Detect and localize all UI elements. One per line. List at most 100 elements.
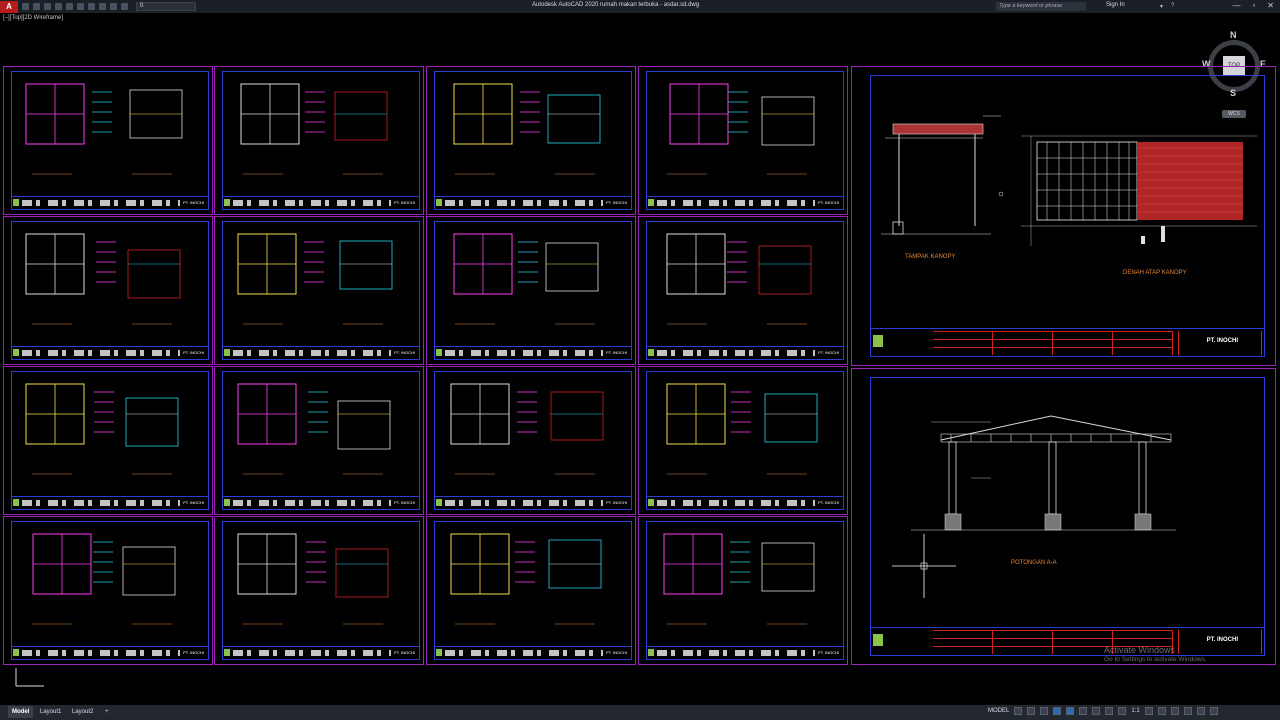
gear-icon[interactable] <box>1144 707 1153 715</box>
sign-in-button[interactable]: Sign In <box>1106 2 1125 8</box>
search-input[interactable]: Type a keyword or phrase <box>996 2 1086 11</box>
redo-icon[interactable] <box>88 3 95 10</box>
help-icon[interactable]: ? <box>1171 3 1174 10</box>
company-logo <box>436 199 442 206</box>
title-block-cells <box>657 500 815 506</box>
application-menu-button[interactable]: A <box>0 0 18 13</box>
sheet-artwork <box>25 83 183 175</box>
company-name: PT. INOCHI <box>1206 338 1238 344</box>
title-block-cells <box>657 650 815 656</box>
company-logo <box>224 349 230 356</box>
drawing-sheet[interactable]: PT. INOCHI <box>214 366 424 515</box>
drawing-sheet[interactable]: PT. INOCHI <box>214 66 424 215</box>
polar-icon[interactable] <box>1053 707 1062 715</box>
open-icon[interactable] <box>33 3 40 10</box>
tab-layout2[interactable]: Layout2 <box>68 706 97 718</box>
layer-dropdown[interactable]: 0 <box>136 2 196 11</box>
title-block-cells <box>22 350 180 356</box>
lineweight-icon[interactable] <box>1092 707 1101 715</box>
company-name: PT. INOCHI <box>1206 637 1238 643</box>
company-logo <box>13 349 19 356</box>
sheet-section-aa[interactable]: POTONGAN A-A PT. INOCHI <box>851 368 1276 665</box>
tab-model[interactable]: Model <box>8 706 34 718</box>
sheet-artwork <box>666 233 812 325</box>
company-logo <box>873 634 883 646</box>
selection-cycling-icon[interactable] <box>1105 707 1114 715</box>
drawing-sheet[interactable]: PT. INOCHI <box>638 66 848 215</box>
plus-icon[interactable] <box>1157 707 1166 715</box>
title-block-cells <box>445 500 603 506</box>
quick-access-toolbar <box>22 3 128 10</box>
company-logo <box>13 199 19 206</box>
company-name: PT. INOCHI <box>183 500 204 505</box>
company-logo <box>436 649 442 656</box>
sheet-artwork <box>25 383 179 475</box>
close-button[interactable]: ✕ <box>1267 1 1274 10</box>
lightbulb-icon[interactable] <box>99 3 106 10</box>
sheet-canopy-elevation[interactable]: TAMPAK KANOPY DENAH ATAP KANOPY PT. INOC… <box>851 66 1276 366</box>
drawing-sheet[interactable]: PT. INOCHI <box>214 216 424 365</box>
sheet-frame: PT. INOCHI <box>11 371 209 510</box>
caption-potongan-aa: POTONGAN A-A <box>1011 560 1057 566</box>
clean-screen-icon[interactable] <box>1196 707 1205 715</box>
company-logo <box>224 649 230 656</box>
compass-north[interactable]: N <box>1230 30 1237 40</box>
model-space-button[interactable]: MODEL <box>988 708 1009 714</box>
drawing-sheet[interactable]: PT. INOCHI <box>426 366 636 515</box>
print-icon[interactable] <box>66 3 73 10</box>
minimize-button[interactable]: — <box>1232 1 1240 10</box>
viewport-controls-label[interactable]: [–][Top][2D Wireframe] <box>3 15 63 21</box>
company-logo <box>648 349 654 356</box>
company-name: PT. INOCHI <box>818 350 839 355</box>
sheet-artwork <box>663 533 815 625</box>
save-icon[interactable] <box>44 3 51 10</box>
hardware-accel-icon[interactable] <box>1183 707 1192 715</box>
osnap-icon[interactable] <box>1066 707 1075 715</box>
sheet-artwork <box>453 233 599 325</box>
tab-layout1[interactable]: Layout1 <box>36 706 65 718</box>
drawing-sheet[interactable]: PT. INOCHI <box>3 516 213 665</box>
company-name: PT. INOCHI <box>394 200 415 205</box>
sheet-artwork <box>450 533 602 625</box>
layer-icon[interactable] <box>121 3 128 10</box>
undo-icon[interactable] <box>77 3 84 10</box>
sheet-artwork <box>32 533 176 625</box>
customize-icon[interactable] <box>1209 707 1218 715</box>
isolate-icon[interactable] <box>1170 707 1179 715</box>
new-icon[interactable] <box>22 3 29 10</box>
snap-icon[interactable] <box>1027 707 1036 715</box>
company-logo <box>224 199 230 206</box>
sheet-artwork <box>25 233 181 325</box>
drawing-sheet[interactable]: PT. INOCHI <box>3 66 213 215</box>
otrack-icon[interactable] <box>1079 707 1088 715</box>
drawing-sheet[interactable]: PT. INOCHI <box>638 516 848 665</box>
drawing-sheet[interactable]: PT. INOCHI <box>3 366 213 515</box>
title-block-cells <box>657 350 815 356</box>
drawing-sheet[interactable]: PT. INOCHI <box>3 216 213 365</box>
grid-icon[interactable] <box>1014 707 1023 715</box>
company-name: PT. INOCHI <box>394 500 415 505</box>
company-name: PT. INOCHI <box>818 200 839 205</box>
drawing-sheet[interactable]: PT. INOCHI <box>638 216 848 365</box>
title-block: PT. INOCHI <box>223 346 419 359</box>
sheet-frame: PT. INOCHI <box>11 71 209 210</box>
title-block: PT. INOCHI <box>647 196 843 209</box>
title-block: PT. INOCHI <box>223 646 419 659</box>
annotation-icon[interactable] <box>1118 707 1127 715</box>
sheet-frame: PT. INOCHI <box>11 221 209 360</box>
drawing-sheet[interactable]: PT. INOCHI <box>426 66 636 215</box>
cart-icon[interactable]: ▾ <box>1160 3 1163 10</box>
save-as-icon[interactable] <box>55 3 62 10</box>
sheet-frame: PT. INOCHI <box>222 71 420 210</box>
annotation-scale[interactable]: 1:1 <box>1131 708 1139 714</box>
title-block-cells <box>233 500 391 506</box>
add-layout-button[interactable]: + <box>101 706 113 718</box>
drawing-sheet[interactable]: PT. INOCHI <box>426 216 636 365</box>
ortho-icon[interactable] <box>1040 707 1049 715</box>
maximize-button[interactable]: ▫ <box>1252 1 1255 10</box>
sheet-frame: POTONGAN A-A PT. INOCHI <box>870 377 1265 656</box>
drawing-sheet[interactable]: PT. INOCHI <box>638 366 848 515</box>
drawing-sheet[interactable]: PT. INOCHI <box>214 516 424 665</box>
drawing-sheet[interactable]: PT. INOCHI <box>426 516 636 665</box>
sun-icon[interactable] <box>110 3 117 10</box>
